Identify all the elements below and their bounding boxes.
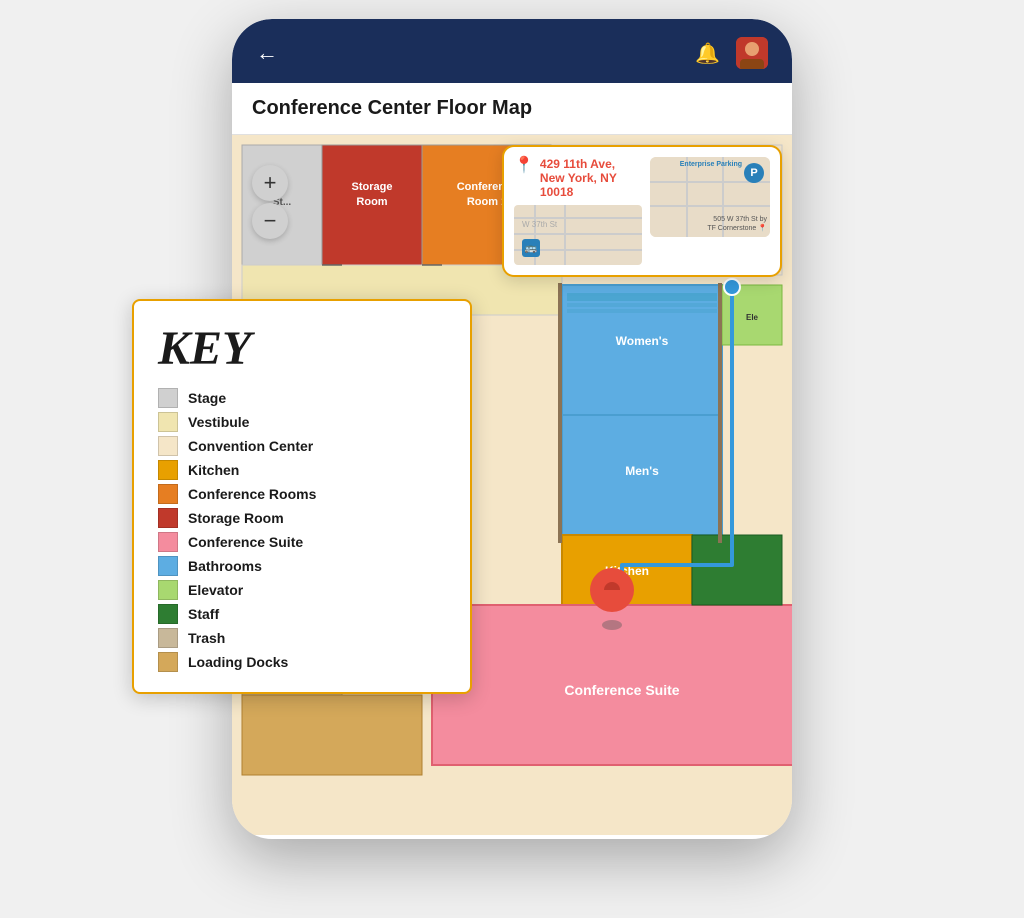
kitchen-label: Kitchen [188,462,239,478]
vestibule-label: Vestibule [188,414,249,430]
map-popup-left: 📍 429 11th Ave, New York, NY 10018 🚌 W 3… [514,157,642,265]
stage-label: Stage [188,390,226,406]
storage-swatch [158,508,178,528]
location-pin-icon: 📍 [514,155,534,175]
key-item-stage: Stage [158,388,446,408]
zoom-in-button[interactable]: + [252,165,288,201]
key-item-loading-docks: Loading Docks [158,652,446,672]
back-button[interactable]: ← [256,40,278,66]
conference-rooms-swatch [158,484,178,504]
key-title: KEY [158,321,446,376]
zoom-out-button[interactable]: − [252,203,288,239]
page-title-bar: Conference Center Floor Map [232,83,792,135]
phone-container: ← 🔔 Conference Center Floor Map [172,19,852,899]
convention-label: Convention Center [188,438,313,454]
page-title: Conference Center Floor Map [252,97,772,120]
kitchen-swatch [158,460,178,480]
enterprise-parking-text: Enterprise Parking [680,161,742,168]
trash-label: Trash [188,630,225,646]
conference-suite-swatch [158,532,178,552]
key-item-storage: Storage Room [158,508,446,528]
address-text: 429 11th Ave, New York, NY 10018 [540,157,642,199]
key-item-conference-suite: Conference Suite [158,532,446,552]
parking-badge: P [744,163,764,183]
bus-stop-icon: 🚌 [522,239,540,257]
key-items: Stage Vestibule Convention Center Kitche… [158,388,446,672]
svg-text:Conference Suite: Conference Suite [564,682,679,698]
key-item-convention: Convention Center [158,436,446,456]
key-panel: KEY Stage Vestibule Convention Center Ki… [132,299,472,694]
key-item-trash: Trash [158,628,446,648]
staff-label: Staff [188,606,219,622]
zoom-controls: + − [252,165,288,239]
key-item-elevator: Elevator [158,580,446,600]
svg-text:Men's: Men's [625,464,659,478]
storage-label: Storage Room [188,510,284,526]
map-popup: 📍 429 11th Ave, New York, NY 10018 🚌 W 3… [502,145,782,277]
cornerstone-text: 505 W 37th St byTF Cornerstone 📍 [707,216,767,233]
elevator-swatch [158,580,178,600]
loading-docks-label: Loading Docks [188,654,288,670]
mini-map: 🚌 W 37th St [514,205,642,265]
map-address: 📍 429 11th Ave, New York, NY 10018 [514,157,642,199]
stage-swatch [158,388,178,408]
bathrooms-label: Bathrooms [188,558,262,574]
bell-icon[interactable]: 🔔 [695,41,720,66]
conference-rooms-label: Conference Rooms [188,486,316,502]
staff-swatch [158,604,178,624]
map-thumbnail-content: P Enterprise Parking 505 W 37th St byTF … [650,157,770,237]
trash-swatch [158,628,178,648]
svg-text:Storage: Storage [352,181,393,193]
loading-docks-swatch [158,652,178,672]
key-item-kitchen: Kitchen [158,460,446,480]
phone-header: ← 🔔 [232,19,792,83]
header-icons: 🔔 [695,37,768,69]
convention-swatch [158,436,178,456]
conference-suite-label: Conference Suite [188,534,303,550]
map-thumbnail: P Enterprise Parking 505 W 37th St byTF … [650,157,770,237]
bathrooms-swatch [158,556,178,576]
elevator-label: Elevator [188,582,243,598]
avatar[interactable] [736,37,768,69]
key-item-vestibule: Vestibule [158,412,446,432]
key-item-bathrooms: Bathrooms [158,556,446,576]
svg-text:Ele: Ele [746,313,759,322]
svg-text:Room: Room [356,196,387,208]
key-item-conference-rooms: Conference Rooms [158,484,446,504]
street-label: W 37th St [522,220,557,229]
key-item-staff: Staff [158,604,446,624]
svg-text:Women's: Women's [616,334,669,348]
vestibule-swatch [158,412,178,432]
